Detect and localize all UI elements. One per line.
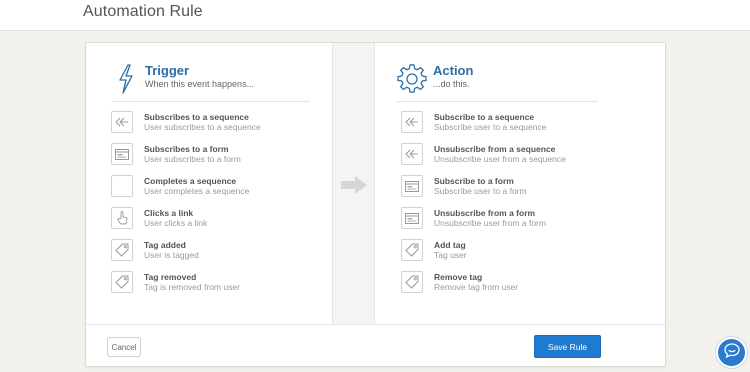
tag-icon xyxy=(401,239,423,261)
reply-arrows-icon xyxy=(111,111,133,133)
item-title: Subscribe to a sequence xyxy=(434,112,535,122)
tag-icon xyxy=(111,239,133,261)
item-desc: Remove tag from user xyxy=(434,282,519,292)
trigger-item-tag-removed[interactable]: Tag removed Tag is removed from user xyxy=(111,271,240,293)
item-desc: Tag is removed from user xyxy=(144,282,240,292)
chat-widget-button[interactable] xyxy=(716,337,747,368)
page-title: Automation Rule xyxy=(83,3,203,20)
form-icon xyxy=(401,207,423,229)
blank-icon xyxy=(111,175,133,197)
item-title: Tag added xyxy=(144,240,186,250)
item-title: Completes a sequence xyxy=(144,176,237,186)
trigger-item-clicks-link[interactable]: Clicks a link User clicks a link xyxy=(111,207,207,229)
item-desc: User completes a sequence xyxy=(144,186,250,196)
action-header: Action ...do this. xyxy=(396,63,473,95)
item-title: Unsubscribe from a form xyxy=(434,208,536,218)
gear-icon xyxy=(396,63,428,95)
tag-icon xyxy=(111,271,133,293)
action-item-unsubscribe-form[interactable]: Unsubscribe from a form Unsubscribe user… xyxy=(401,207,546,229)
arrow-right-icon xyxy=(340,175,368,200)
reply-arrows-icon xyxy=(401,111,423,133)
card-footer: Cancel Save Rule xyxy=(86,324,665,368)
trigger-divider xyxy=(112,101,310,102)
item-title: Clicks a link xyxy=(144,208,194,218)
item-desc: Unsubscribe user from a form xyxy=(434,218,546,228)
item-title: Remove tag xyxy=(434,272,483,282)
reply-arrows-icon xyxy=(401,143,423,165)
trigger-column: Trigger When this event happens... Subsc… xyxy=(86,43,332,324)
item-title: Tag removed xyxy=(144,272,197,282)
chat-icon xyxy=(723,342,740,363)
trigger-item-subscribes-sequence[interactable]: Subscribes to a sequence User subscribes… xyxy=(111,111,261,133)
item-title: Subscribes to a form xyxy=(144,144,229,154)
item-desc: Subscribe user to a form xyxy=(434,186,527,196)
action-item-subscribe-sequence[interactable]: Subscribe to a sequence Subscribe user t… xyxy=(401,111,546,133)
cancel-button[interactable]: Cancel xyxy=(107,337,141,357)
pointer-hand-icon xyxy=(111,207,133,229)
lightning-icon xyxy=(112,63,140,95)
trigger-item-completes-sequence[interactable]: Completes a sequence User completes a se… xyxy=(111,175,249,197)
item-title: Subscribes to a sequence xyxy=(144,112,249,122)
action-item-subscribe-form[interactable]: Subscribe to a form Subscribe user to a … xyxy=(401,175,527,197)
form-icon xyxy=(401,175,423,197)
item-title: Subscribe to a form xyxy=(434,176,514,186)
item-desc: User clicks a link xyxy=(144,218,208,228)
automation-rule-card: Trigger When this event happens... Subsc… xyxy=(85,42,666,367)
page-header: Automation Rule xyxy=(0,0,750,31)
item-title: Unsubscribe from a sequence xyxy=(434,144,556,154)
form-icon xyxy=(111,143,133,165)
trigger-subtitle: When this event happens... xyxy=(145,79,255,89)
action-item-add-tag[interactable]: Add tag Tag user xyxy=(401,239,467,261)
item-desc: Tag user xyxy=(434,250,467,260)
save-rule-button[interactable]: Save Rule xyxy=(534,335,601,358)
action-subtitle: ...do this. xyxy=(433,79,470,89)
action-item-unsubscribe-sequence[interactable]: Unsubscribe from a sequence Unsubscribe … xyxy=(401,143,566,165)
action-column: Action ...do this. Subscribe to a sequen… xyxy=(375,43,667,324)
trigger-item-tag-added[interactable]: Tag added User is tagged xyxy=(111,239,199,261)
item-desc: User subscribes to a form xyxy=(144,154,241,164)
item-desc: Subscribe user to a sequence xyxy=(434,122,547,132)
item-desc: User subscribes to a sequence xyxy=(144,122,261,132)
item-desc: Unsubscribe user from a sequence xyxy=(434,154,566,164)
trigger-item-subscribes-form[interactable]: Subscribes to a form User subscribes to … xyxy=(111,143,241,165)
trigger-header: Trigger When this event happens... xyxy=(112,63,254,95)
tag-icon xyxy=(401,271,423,293)
action-divider xyxy=(396,101,598,102)
item-title: Add tag xyxy=(434,240,466,250)
trigger-title: Trigger xyxy=(145,63,190,78)
action-item-remove-tag[interactable]: Remove tag Remove tag from user xyxy=(401,271,518,293)
item-desc: User is tagged xyxy=(144,250,199,260)
action-title: Action xyxy=(433,63,474,78)
flow-separator xyxy=(332,43,375,324)
